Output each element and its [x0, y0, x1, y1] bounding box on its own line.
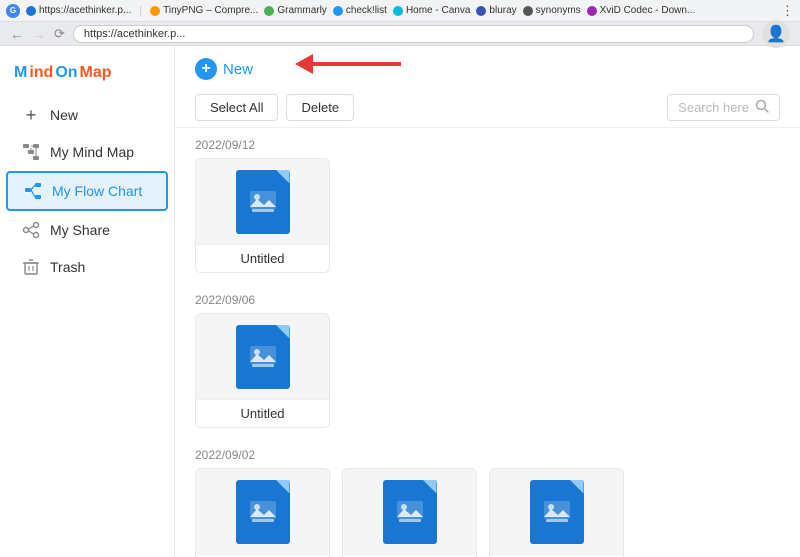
- toolbar: Select All Delete Search here: [175, 88, 800, 128]
- sidebar-item-new-label: New: [50, 107, 78, 123]
- file-card-preview: [196, 469, 329, 554]
- file-card[interactable]: [489, 468, 624, 557]
- file-icon: [236, 170, 290, 234]
- browser-menu-dots[interactable]: ⋮: [781, 3, 794, 19]
- file-card[interactable]: Untitled: [195, 158, 330, 273]
- file-card-preview: [343, 469, 476, 554]
- browser-refresh-btn[interactable]: ⟳: [54, 26, 65, 42]
- items-grid-0: Untitled: [175, 158, 800, 283]
- browser-favicon: G: [6, 4, 20, 18]
- app-logo: MindOnMap: [0, 56, 174, 96]
- file-card-name: Untitled: [196, 244, 329, 272]
- new-button-label: New: [223, 61, 253, 78]
- browser-tab-synonyms[interactable]: synonyms: [523, 5, 581, 16]
- new-button[interactable]: + New: [195, 58, 253, 80]
- browser-back-btn[interactable]: ←: [10, 26, 24, 42]
- trash-icon: [22, 258, 40, 276]
- sidebar-item-mindmap[interactable]: My Mind Map: [6, 134, 168, 170]
- browser-forward-btn[interactable]: →: [32, 26, 46, 42]
- sidebar-item-mindmap-label: My Mind Map: [50, 144, 134, 160]
- file-card-preview: [490, 469, 623, 554]
- browser-address-bar: ← → ⟳ https://acethinker.p... 👤: [0, 22, 800, 46]
- file-icon: [383, 480, 437, 544]
- sidebar-item-flowchart[interactable]: My Flow Chart: [6, 171, 168, 211]
- file-icon-image: [248, 499, 278, 531]
- main-content: + New Select All Delete Search here: [175, 46, 800, 557]
- section-date-1: 2022/09/06: [175, 283, 800, 313]
- address-field[interactable]: https://acethinker.p...: [73, 25, 754, 43]
- main-header: + New: [175, 46, 800, 88]
- sidebar: MindOnMap + New My Mind Map: [0, 46, 175, 557]
- browser-tab-bar: G https://acethinker.p... | TinyPNG – Co…: [0, 0, 800, 22]
- delete-button[interactable]: Delete: [286, 94, 354, 121]
- user-profile-icon[interactable]: 👤: [762, 20, 790, 48]
- file-card-preview: [196, 159, 329, 244]
- file-icon: [236, 480, 290, 544]
- search-box[interactable]: Search here: [667, 94, 780, 121]
- app-container: MindOnMap + New My Mind Map: [0, 46, 800, 557]
- sidebar-item-share-label: My Share: [50, 222, 110, 238]
- browser-tab-canva[interactable]: Home - Canva: [393, 5, 470, 16]
- file-card[interactable]: [195, 468, 330, 557]
- new-button-icon: +: [195, 58, 217, 80]
- items-grid-1: Untitled: [175, 313, 800, 438]
- browser-tab-bluray[interactable]: bluray: [476, 5, 516, 16]
- items-grid-2: [175, 468, 800, 557]
- browser-tab-checklist[interactable]: check!list: [333, 5, 387, 16]
- search-input[interactable]: Search here: [678, 100, 749, 115]
- file-icon-image: [395, 499, 425, 531]
- share-icon: [22, 221, 40, 239]
- sidebar-item-trash[interactable]: Trash: [6, 249, 168, 285]
- file-icon: [236, 325, 290, 389]
- file-card-preview: [196, 314, 329, 399]
- file-card-name: Untitled: [196, 399, 329, 427]
- section-date-2: 2022/09/02: [175, 438, 800, 468]
- search-icon: [755, 99, 769, 116]
- red-arrow-indicator: [295, 54, 401, 74]
- browser-tab-tinypng[interactable]: TinyPNG – Compre...: [150, 5, 258, 16]
- file-icon-image: [248, 189, 278, 221]
- arrow-line: [311, 62, 401, 66]
- sidebar-item-flowchart-label: My Flow Chart: [52, 183, 142, 199]
- mindmap-icon: [22, 143, 40, 161]
- browser-tab-xvid[interactable]: XviD Codec - Down...: [587, 5, 696, 16]
- file-card[interactable]: Untitled: [195, 313, 330, 428]
- file-icon: [530, 480, 584, 544]
- sidebar-item-trash-label: Trash: [50, 259, 85, 275]
- file-card[interactable]: [342, 468, 477, 557]
- sidebar-item-share[interactable]: My Share: [6, 212, 168, 248]
- browser-tab-acethinker[interactable]: https://acethinker.p...: [26, 5, 131, 16]
- toolbar-left: Select All Delete: [195, 94, 354, 121]
- file-icon-image: [248, 344, 278, 376]
- browser-tab-grammarly[interactable]: Grammarly: [264, 5, 326, 16]
- file-icon-image: [542, 499, 572, 531]
- plus-icon: +: [22, 106, 40, 124]
- section-date-0: 2022/09/12: [175, 128, 800, 158]
- sidebar-item-new[interactable]: + New: [6, 97, 168, 133]
- select-all-button[interactable]: Select All: [195, 94, 278, 121]
- flowchart-icon: [24, 182, 42, 200]
